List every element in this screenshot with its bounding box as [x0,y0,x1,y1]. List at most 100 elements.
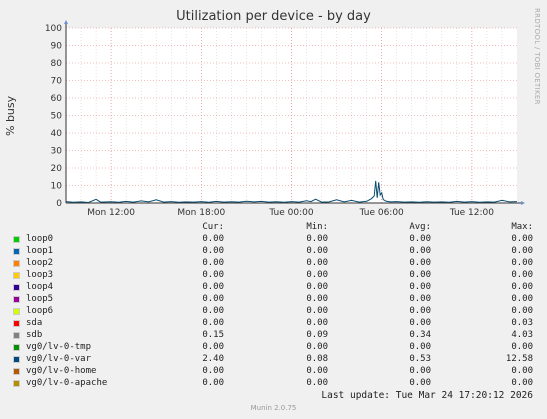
legend-swatch [13,236,20,243]
legend-value-min: 0.00 [306,258,328,268]
legend-swatch [13,380,20,387]
y-tick-label: 80 [51,59,63,69]
x-axis-arrow [521,201,525,205]
y-tick-label: 10 [51,182,63,192]
y-tick-label: 40 [51,129,63,139]
legend-swatch [13,356,20,363]
legend-label: loop1 [26,246,54,256]
y-tick-label: 100 [45,24,62,34]
legend-swatch [13,308,20,315]
legend-swatch [13,284,20,291]
legend-value-avg: 0.00 [409,366,431,376]
legend-swatch [13,320,20,327]
legend-value-avg: 0.00 [409,318,431,328]
legend-value-avg: 0.00 [409,378,431,388]
legend-value-avg: 0.00 [409,282,431,292]
legend-value-cur: 0.00 [202,282,224,292]
x-tick-label: Tue 00:00 [268,208,313,218]
legend-value-cur: 0.00 [202,342,224,352]
legend-header-max: Max: [511,222,533,232]
legend-label: loop4 [26,282,54,292]
legend-header-avg: Avg: [409,222,431,232]
legend-value-min: 0.00 [306,270,328,280]
legend-value-cur: 0.00 [202,378,224,388]
x-tick-label: Mon 12:00 [87,208,135,218]
legend-label: loop5 [26,294,54,304]
legend-value-avg: 0.00 [409,258,431,268]
y-axis-arrow [64,20,68,24]
legend-value-min: 0.00 [306,306,328,316]
legend-label: vg0/lv-0-var [26,354,92,364]
legend-label: loop6 [26,306,54,316]
legend-value-min: 0.00 [306,318,328,328]
legend-value-min: 0.00 [306,246,328,256]
legend-value-cur: 0.00 [202,270,224,280]
legend-value-min: 0.00 [306,234,328,244]
legend-swatch [13,368,20,375]
legend-value-min: 0.00 [306,282,328,292]
legend-value-max: 4.03 [511,330,533,340]
y-tick-label: 90 [51,42,63,52]
legend-value-avg: 0.00 [409,234,431,244]
legend-value-max: 0.00 [511,270,533,280]
y-tick-label: 0 [56,199,62,209]
legend-value-max: 0.00 [511,282,533,292]
legend-value-avg: 0.00 [409,342,431,352]
legend-label: sdb [26,330,43,340]
legend-value-cur: 0.00 [202,234,224,244]
legend-swatch [13,248,20,255]
legend-value-max: 0.00 [511,246,533,256]
legend-swatch [13,332,20,339]
legend-label: vg0/lv-0-tmp [26,342,92,352]
y-tick-label: 60 [51,94,63,104]
legend-swatch [13,296,20,303]
legend-value-max: 0.00 [511,342,533,352]
legend-value-cur: 0.00 [202,318,224,328]
legend-value-cur: 0.00 [202,306,224,316]
legend-value-max: 0.00 [511,234,533,244]
legend-swatch [13,272,20,279]
last-update: Last update: Tue Mar 24 17:20:12 2026 [321,390,533,401]
footer-version: Munin 2.0.75 [250,404,297,412]
legend-value-avg: 0.00 [409,306,431,316]
legend-header-cur: Cur: [202,222,224,232]
legend-value-max: 12.58 [505,354,533,364]
legend-value-avg: 0.00 [409,246,431,256]
legend-value-max: 0.00 [511,258,533,268]
legend-value-cur: 0.00 [202,366,224,376]
y-tick-label: 20 [51,164,63,174]
legend-label: loop3 [26,270,54,280]
legend-value-cur: 0.00 [202,246,224,256]
legend-label: sda [26,318,43,328]
legend-value-cur: 0.15 [202,330,224,340]
legend-label: loop2 [26,258,54,268]
y-tick-label: 50 [51,112,63,122]
legend-header-min: Min: [306,222,328,232]
y-tick-label: 30 [51,147,63,157]
legend-swatch [13,344,20,351]
legend-value-avg: 0.34 [409,330,431,340]
legend-value-cur: 0.00 [202,294,224,304]
legend-value-max: 0.00 [511,366,533,376]
y-tick-label: 70 [51,77,63,87]
legend-value-avg: 0.00 [409,294,431,304]
legend-value-avg: 0.00 [409,270,431,280]
x-tick-label: Mon 18:00 [177,208,225,218]
legend-value-max: 0.00 [511,378,533,388]
legend-value-cur: 0.00 [202,258,224,268]
legend-value-max: 0.03 [511,318,533,328]
legend-value-min: 0.00 [306,342,328,352]
legend-value-max: 0.00 [511,294,533,304]
legend-value-avg: 0.53 [409,354,431,364]
chart-plot: Mon 12:00 Mon 18:00 Tue 00:00 Tue 06:00 Tue … [45,20,525,218]
legend-value-min: 0.08 [306,354,328,364]
x-tick-label: Tue 12:00 [449,208,494,218]
legend-swatch [13,260,20,267]
legend-value-max: 0.00 [511,306,533,316]
legend-label: vg0/lv-0-apache [26,378,108,388]
legend-label: loop0 [26,234,54,244]
x-tick-label: Tue 06:00 [359,208,404,218]
legend-value-min: 0.00 [306,294,328,304]
legend-value-min: 0.00 [306,378,328,388]
legend-value-min: 0.00 [306,366,328,376]
